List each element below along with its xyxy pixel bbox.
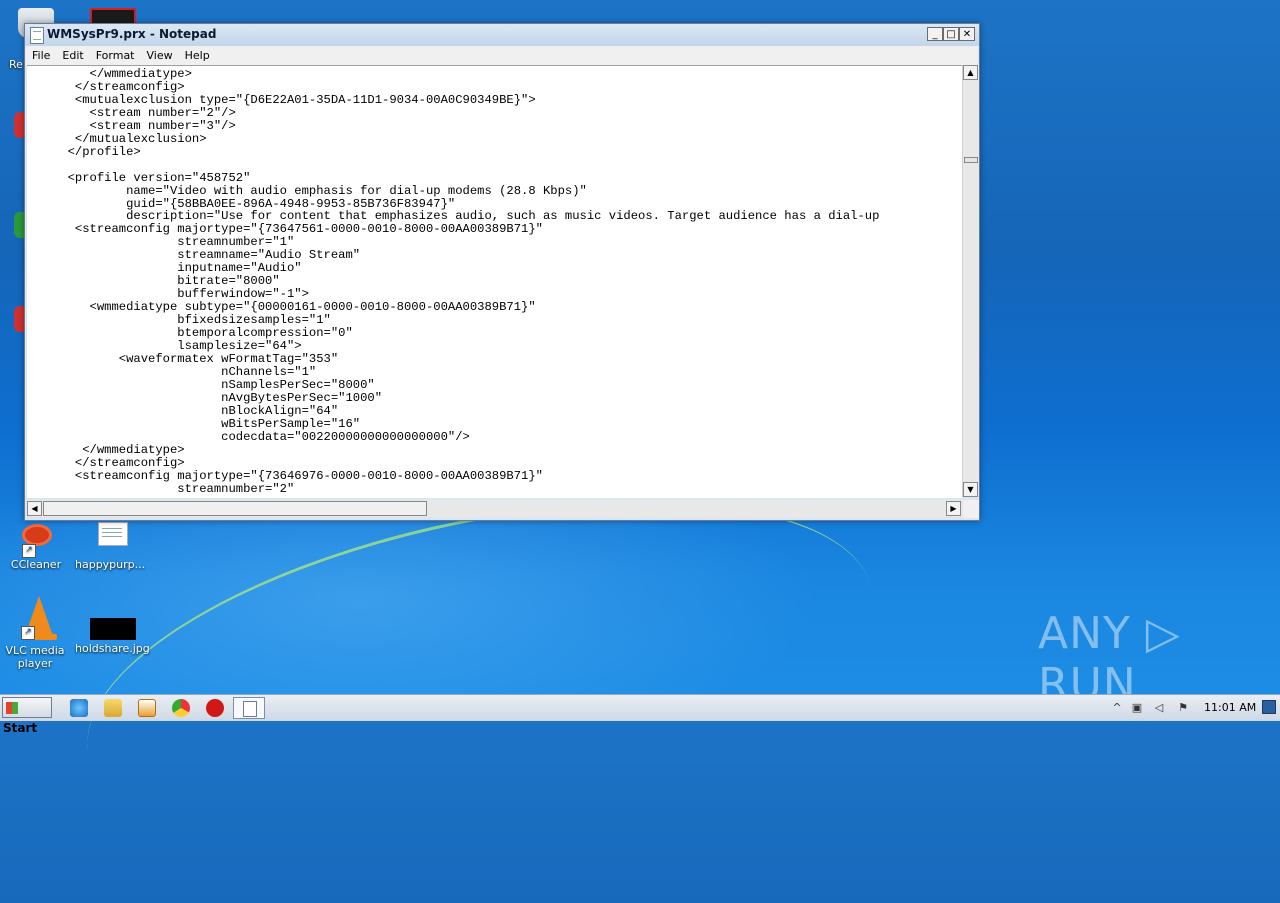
- menu-view[interactable]: View: [141, 46, 179, 62]
- menu-edit[interactable]: Edit: [56, 46, 89, 62]
- vertical-scroll-thumb[interactable]: [964, 157, 978, 163]
- desktop-icon-label: holdshare.jpg: [75, 642, 150, 655]
- editor-content[interactable]: </wmmediatype> </streamconfig> <mutualex…: [27, 66, 962, 495]
- scroll-left-button[interactable]: ◀: [27, 501, 42, 516]
- horizontal-scroll-thumb[interactable]: [43, 501, 427, 516]
- menu-file[interactable]: File: [26, 46, 56, 62]
- maximize-button[interactable]: □: [943, 27, 959, 41]
- desktop-icon-vlc[interactable]: ↗ VLC media player: [0, 596, 70, 670]
- menu-help[interactable]: Help: [179, 46, 216, 62]
- arrow-up-icon: ▲: [967, 68, 974, 77]
- media-player-icon[interactable]: [138, 699, 156, 717]
- clock[interactable]: 11:01 AM: [1204, 701, 1256, 714]
- menu-bar: File Edit Format View Help: [26, 46, 978, 65]
- maximize-icon: □: [946, 29, 956, 40]
- desktop-icon-holdshare[interactable]: holdshare.jpg: [75, 604, 150, 655]
- vertical-scrollbar[interactable]: ▲ ▼: [962, 65, 979, 497]
- action-center-flag-icon[interactable]: ⚑: [1176, 701, 1190, 715]
- notepad-icon: [243, 701, 257, 717]
- anyrun-watermark: ANY ▷ RUN: [1038, 608, 1181, 710]
- internet-explorer-icon[interactable]: [70, 699, 88, 717]
- notepad-icon: [30, 27, 44, 44]
- desktop-icon-ccleaner[interactable]: ↗ CCleaner: [1, 520, 71, 571]
- scroll-up-button[interactable]: ▲: [963, 65, 978, 80]
- minimize-button[interactable]: _: [927, 27, 943, 41]
- title-bar[interactable]: WMSysPr9.prx - Notepad _ □ ✕: [25, 24, 979, 46]
- network-icon[interactable]: ▣: [1130, 701, 1144, 715]
- explorer-folder-icon[interactable]: [104, 699, 122, 717]
- taskbar-notepad-button[interactable]: [233, 697, 265, 719]
- text-editor[interactable]: </wmmediatype> </streamconfig> <mutualex…: [27, 65, 962, 498]
- vlc-cone-icon: ↗: [15, 596, 57, 642]
- chrome-icon[interactable]: [172, 699, 190, 717]
- arrow-left-icon: ◀: [31, 504, 38, 513]
- taskbar: Start ^ ▣ ◁ ⚑ 11:01 AM: [0, 694, 1280, 735]
- ccleaner-icon: ↗: [16, 520, 56, 558]
- desktop-icon-label: VLC media player: [5, 644, 65, 670]
- arrow-right-icon: ▶: [950, 504, 957, 513]
- close-button[interactable]: ✕: [959, 27, 975, 41]
- desktop-icon-happypurp[interactable]: happypurp...: [75, 520, 145, 571]
- show-desktop-button[interactable]: [1262, 700, 1276, 714]
- arrow-down-icon: ▼: [967, 485, 974, 494]
- opera-icon[interactable]: [206, 699, 224, 717]
- scroll-right-button[interactable]: ▶: [946, 501, 961, 516]
- image-file-icon: [90, 604, 136, 640]
- desktop-icon-label: happypurp...: [75, 558, 146, 571]
- horizontal-scrollbar[interactable]: ◀ ▶: [27, 500, 962, 517]
- desktop-icon-label: CCleaner: [10, 558, 62, 571]
- resize-grip[interactable]: [963, 500, 979, 518]
- show-hidden-icons-icon[interactable]: ^: [1110, 701, 1124, 715]
- document-icon: [90, 520, 130, 556]
- window-title: WMSysPr9.prx - Notepad: [47, 27, 217, 41]
- windows-flag-icon: [6, 702, 18, 714]
- recycle-bin-label-fragment: Re: [9, 58, 23, 71]
- scroll-down-button[interactable]: ▼: [963, 482, 978, 497]
- start-label: Start: [3, 721, 38, 735]
- volume-icon[interactable]: ◁: [1152, 701, 1166, 715]
- notepad-window: WMSysPr9.prx - Notepad _ □ ✕ File Edit For…: [24, 23, 980, 521]
- minimize-icon: _: [932, 29, 938, 40]
- start-button[interactable]: Start: [2, 697, 52, 735]
- menu-format[interactable]: Format: [90, 46, 141, 62]
- close-icon: ✕: [962, 29, 972, 40]
